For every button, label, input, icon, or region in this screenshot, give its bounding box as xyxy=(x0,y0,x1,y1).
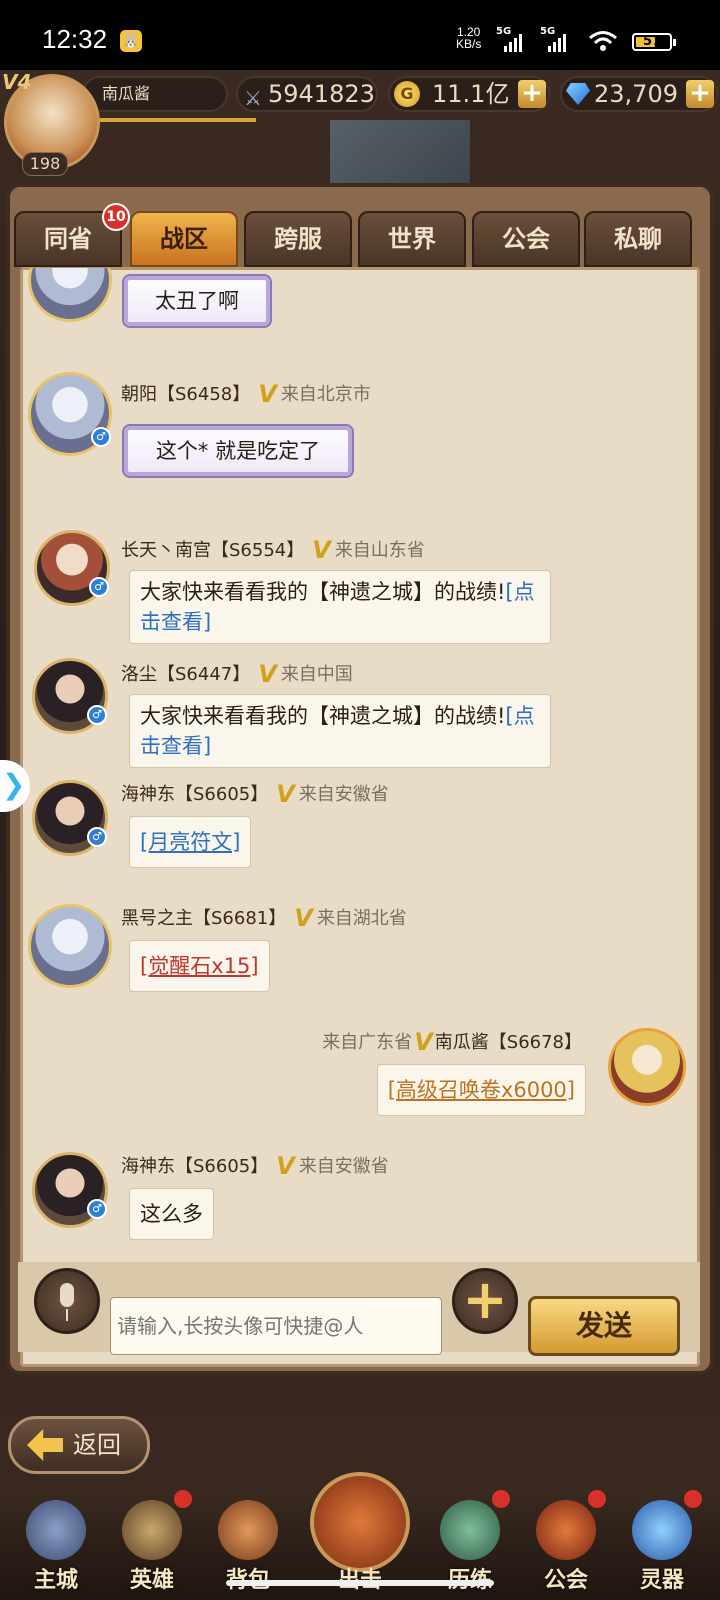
message-bubble: 这个* 就是吃定了 xyxy=(124,426,352,476)
nav-heroes[interactable]: 英雄 xyxy=(102,1490,202,1600)
message-bubble: 大家快来看看我的【神遗之城】的战绩![点击查看] xyxy=(129,694,551,768)
castle-icon xyxy=(26,1500,86,1560)
avatar[interactable]: ♂ xyxy=(32,658,108,734)
status-bar: 12:32 🐰 1.20 KB/s 5G 5G 57 xyxy=(0,0,720,70)
vip-v-icon: V xyxy=(276,1152,295,1180)
avatar[interactable]: ♂ xyxy=(32,780,108,856)
send-button[interactable]: 发送 xyxy=(528,1296,680,1356)
message-bubble: [高级召唤卷x6000] xyxy=(376,1064,586,1116)
tab-war-zone[interactable]: 战区 xyxy=(130,211,238,267)
message-bubble: [月亮符文] xyxy=(129,816,252,868)
nav-artifact[interactable]: 灵器 xyxy=(612,1490,712,1600)
male-icon: ♂ xyxy=(87,705,107,725)
message-bubble: 大家快来看看我的【神遗之城】的战绩![点击查看] xyxy=(129,570,551,644)
combat-power: ⚔ 5941823 xyxy=(236,76,378,112)
nav-guild[interactable]: 公会 xyxy=(516,1490,616,1600)
chat-input[interactable] xyxy=(110,1297,442,1355)
tab-cross-server[interactable]: 跨服 xyxy=(244,211,352,267)
add-attachment-button[interactable]: + xyxy=(452,1268,518,1334)
orb-icon xyxy=(632,1500,692,1560)
tab-world[interactable]: 世界 xyxy=(358,211,466,267)
xp-bar xyxy=(100,118,256,122)
item-link[interactable]: [月亮符文] xyxy=(140,830,240,854)
avatar[interactable] xyxy=(608,1028,686,1106)
notification-dot xyxy=(174,1490,192,1508)
avatar[interactable]: ♂ xyxy=(32,1152,108,1228)
message-meta: 长天丶南宫【S6554】 V 来自山东省 xyxy=(121,536,425,564)
message-meta: 朝阳【S6458】 V 来自北京市 xyxy=(121,380,371,408)
item-link[interactable]: [高级召唤卷x6000] xyxy=(388,1078,575,1102)
status-time: 12:32 xyxy=(42,24,108,54)
vip-v-icon: V xyxy=(294,904,313,932)
crossed-swords-icon: ⚔ xyxy=(244,86,262,110)
chat-tabs: 同省 10 战区 跨服 世界 公会 私聊 xyxy=(14,203,706,267)
male-icon: ♂ xyxy=(89,577,109,597)
vip-v-icon: V xyxy=(312,536,331,564)
message-meta: 来自广东省V 南瓜酱【S6678】 xyxy=(322,1028,582,1056)
crossed-swords-icon xyxy=(310,1472,410,1572)
avatar[interactable]: ♂ xyxy=(34,530,110,606)
male-icon: ♂ xyxy=(91,427,111,447)
vip-v-icon: V xyxy=(258,380,277,408)
battery-icon: 57 xyxy=(632,33,676,51)
guild-flag-icon xyxy=(536,1500,596,1560)
add-gold-button[interactable]: + xyxy=(518,80,546,108)
male-icon: ♂ xyxy=(87,1199,107,1219)
nav-main-city[interactable]: 主城 xyxy=(6,1490,106,1600)
helmet-icon xyxy=(122,1500,182,1560)
notification-dot xyxy=(588,1490,606,1508)
gold-coin-icon: G xyxy=(394,81,420,107)
network-speed: 1.20 KB/s xyxy=(456,25,482,51)
avatar[interactable] xyxy=(28,268,112,322)
app-notification-icon: 🐰 xyxy=(120,30,142,52)
tab-province[interactable]: 同省 10 xyxy=(14,203,130,267)
voice-input-button[interactable] xyxy=(34,1268,100,1334)
message-bubble: 太丑了啊 xyxy=(124,276,270,326)
signal-icon: 5G xyxy=(496,26,526,52)
message-meta: 海神东【S6605】 V 来自安徽省 xyxy=(121,1152,389,1180)
message-meta: 黑号之主【S6681】 V 来自湖北省 xyxy=(121,904,407,932)
message-meta: 海神东【S6605】 V 来自安徽省 xyxy=(121,780,389,808)
back-button[interactable]: 返回 xyxy=(8,1416,150,1474)
player-level: 198 xyxy=(22,152,68,176)
chat-message-list[interactable]: 太丑了啊 ♂ 朝阳【S6458】 V 来自北京市 这个* 就是吃定了 ♂ 长天丶南宫… xyxy=(18,268,700,1256)
player-name: 南瓜酱 xyxy=(82,76,228,112)
signal-icon-2: 5G xyxy=(540,26,570,52)
message-meta: 洛尘【S6447】 V 来自中国 xyxy=(121,660,353,688)
vip-v-icon: V xyxy=(276,780,295,808)
diamond-icon xyxy=(566,83,590,105)
tab-guild[interactable]: 公会 xyxy=(472,211,580,267)
item-link[interactable]: [觉醒石x15] xyxy=(140,954,259,978)
message-bubble: 这么多 xyxy=(129,1188,214,1240)
unread-badge: 10 xyxy=(102,203,130,231)
gold-counter: G 11.1亿 + xyxy=(388,76,550,112)
avatar[interactable] xyxy=(28,904,112,988)
back-arrow-icon xyxy=(27,1429,63,1461)
notification-dot xyxy=(684,1490,702,1508)
backpack-icon xyxy=(218,1500,278,1560)
vip-v-icon: V xyxy=(258,660,277,688)
gem-counter: 23,709 + xyxy=(560,76,718,112)
vip-badge: V4 xyxy=(2,70,32,94)
male-icon: ♂ xyxy=(87,827,107,847)
vip-v-icon: V xyxy=(414,1028,433,1056)
notification-dot xyxy=(492,1490,510,1508)
add-gem-button[interactable]: + xyxy=(686,80,714,108)
home-indicator[interactable] xyxy=(226,1580,494,1586)
avatar[interactable]: ♂ xyxy=(28,372,112,456)
wifi-icon xyxy=(589,31,617,51)
tab-private-chat[interactable]: 私聊 xyxy=(584,211,692,267)
training-icon xyxy=(440,1500,500,1560)
background-window xyxy=(330,120,470,190)
message-bubble: [觉醒石x15] xyxy=(129,940,270,992)
